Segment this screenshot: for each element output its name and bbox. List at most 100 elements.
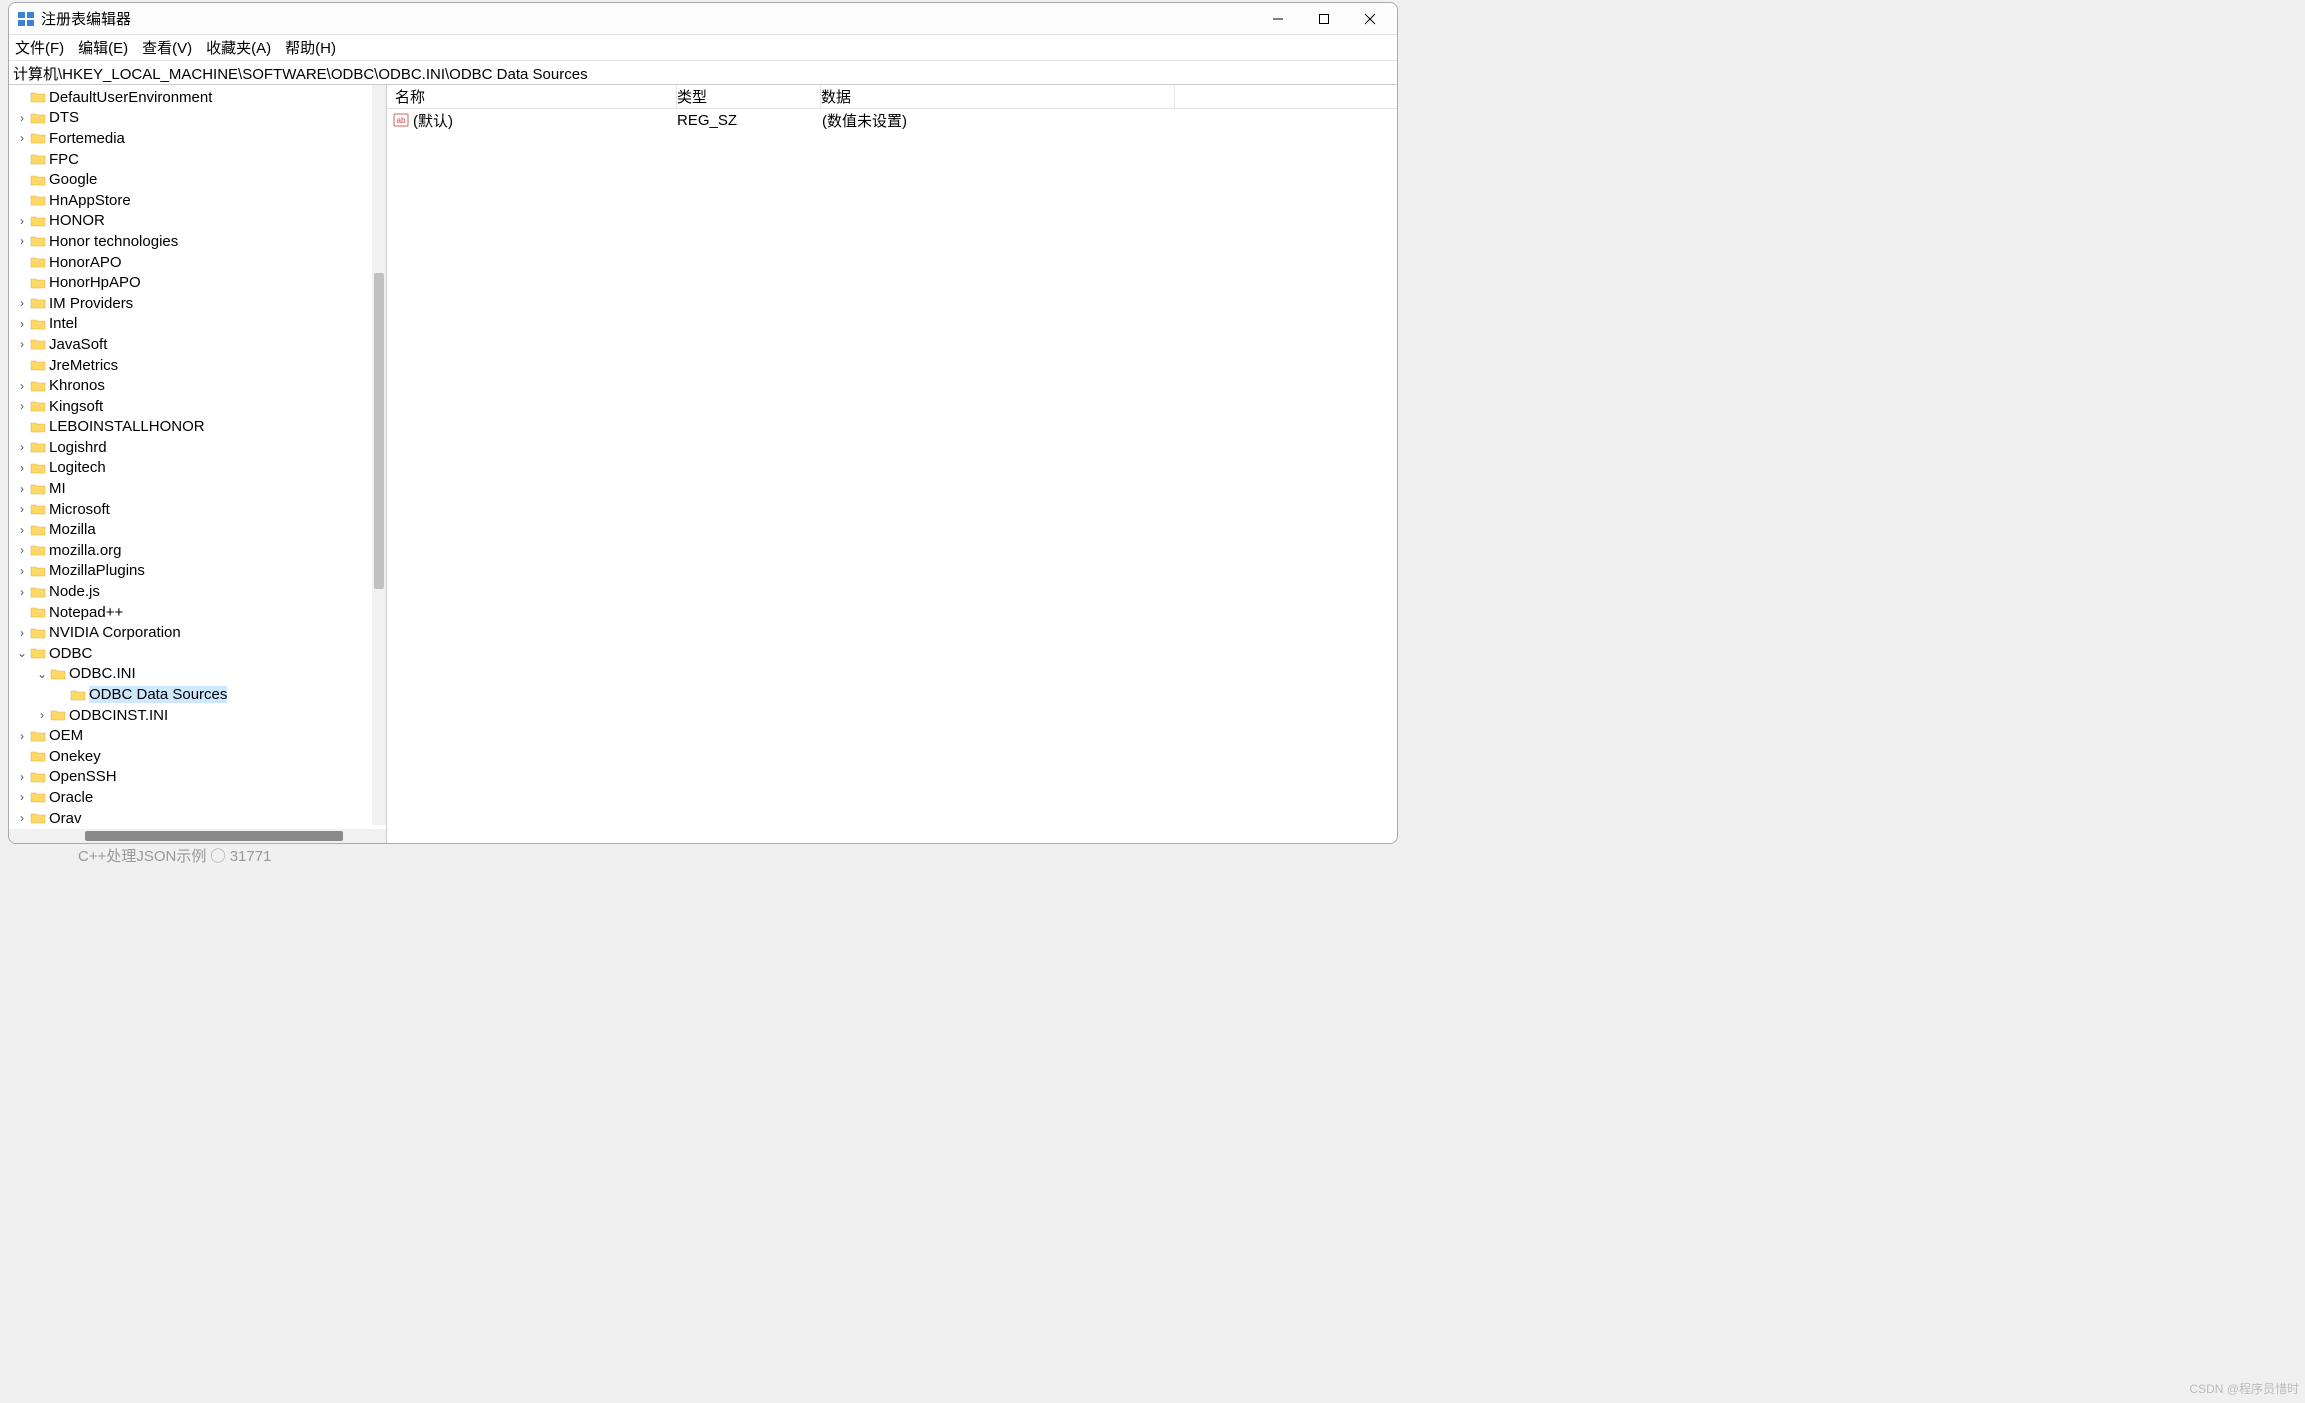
close-button[interactable] [1347, 4, 1393, 34]
address-bar[interactable]: 计算机\HKEY_LOCAL_MACHINE\SOFTWARE\ODBC\ODB… [9, 61, 1397, 85]
value-name: (默认) [413, 110, 677, 131]
tree-item[interactable]: ›Microsoft [9, 499, 386, 520]
expander-icon[interactable]: › [15, 626, 29, 640]
expander-icon[interactable]: › [15, 790, 29, 804]
values-header: 名称 类型 数据 [387, 85, 1397, 109]
tree-item[interactable]: ›Logitech [9, 458, 386, 479]
tree-item-label: ODBC.INI [69, 665, 136, 682]
horizontal-scrollbar[interactable] [9, 829, 386, 843]
expander-icon[interactable]: › [15, 296, 29, 310]
tree-item[interactable]: ›Node.js [9, 581, 386, 602]
expander-icon[interactable]: › [35, 708, 49, 722]
menu-edit[interactable]: 编辑(E) [78, 37, 128, 58]
column-data[interactable]: 数据 [821, 85, 1397, 108]
expander-icon[interactable]: ⌄ [35, 667, 49, 681]
maximize-button[interactable] [1301, 4, 1347, 34]
tree-item[interactable]: Google [9, 169, 386, 190]
tree-item[interactable]: ODBC Data Sources [9, 684, 386, 705]
tree-item[interactable]: DefaultUserEnvironment [9, 87, 386, 108]
tree-item[interactable]: ⌄ODBC [9, 643, 386, 664]
expander-icon[interactable]: › [15, 111, 29, 125]
column-type[interactable]: 类型 [677, 85, 821, 108]
expander-icon[interactable]: › [15, 337, 29, 351]
expander-icon[interactable]: › [15, 729, 29, 743]
tree-item[interactable]: ›JavaSoft [9, 334, 386, 355]
minimize-button[interactable] [1255, 4, 1301, 34]
tree-item[interactable]: ›IM Providers [9, 293, 386, 314]
tree-item-label: Oracle [49, 789, 93, 806]
tree-item[interactable]: ›Logishrd [9, 437, 386, 458]
tree-item[interactable]: HonorAPO [9, 252, 386, 273]
menu-file[interactable]: 文件(F) [15, 37, 64, 58]
tree-item[interactable]: ›mozilla.org [9, 540, 386, 561]
folder-icon [30, 564, 46, 578]
expander-icon[interactable]: ⌄ [15, 646, 29, 660]
folder-icon [30, 749, 46, 763]
tree-item[interactable]: ›OpenSSH [9, 767, 386, 788]
tree-item[interactable]: LEBOINSTALLHONOR [9, 417, 386, 438]
expander-icon[interactable]: › [15, 399, 29, 413]
tree-item[interactable]: ›HONOR [9, 211, 386, 232]
tree-item[interactable]: HnAppStore [9, 190, 386, 211]
expander-icon[interactable]: › [15, 461, 29, 475]
folder-icon [30, 626, 46, 640]
expander-icon[interactable]: › [15, 131, 29, 145]
folder-icon [30, 605, 46, 619]
tree-item[interactable]: ›Khronos [9, 375, 386, 396]
tree-item-label: ODBCINST.INI [69, 707, 168, 724]
tree-item[interactable]: › ODBCINST.INI [9, 705, 386, 726]
folder-icon [30, 296, 46, 310]
values-rows[interactable]: ab(默认)REG_SZ(数值未设置) [387, 109, 1397, 131]
value-row[interactable]: ab(默认)REG_SZ(数值未设置) [387, 109, 1397, 131]
tree-item-label: HonorAPO [49, 254, 122, 271]
tree-item-label: MozillaPlugins [49, 562, 145, 579]
vertical-scrollbar-thumb[interactable] [374, 273, 384, 589]
tree-item[interactable]: ›NVIDIA Corporation [9, 622, 386, 643]
folder-icon [70, 688, 86, 702]
value-data: (数值未设置) [822, 110, 1397, 131]
expander-icon[interactable]: › [15, 482, 29, 496]
horizontal-scrollbar-thumb[interactable] [85, 831, 343, 841]
expander-icon[interactable]: › [15, 770, 29, 784]
menu-view[interactable]: 查看(V) [142, 37, 192, 58]
tree-item[interactable]: JreMetrics [9, 355, 386, 376]
tree-item[interactable]: ›Kingsoft [9, 396, 386, 417]
expander-icon[interactable]: › [15, 440, 29, 454]
tree-item[interactable]: ›MI [9, 478, 386, 499]
vertical-scrollbar[interactable] [372, 85, 386, 825]
menu-favorites[interactable]: 收藏夹(A) [206, 37, 271, 58]
body: DefaultUserEnvironment›DTS›FortemediaFPC… [9, 85, 1397, 843]
tree-item[interactable]: Onekey [9, 746, 386, 767]
titlebar[interactable]: 注册表编辑器 [9, 3, 1397, 35]
tree-item[interactable]: ›Fortemedia [9, 128, 386, 149]
folder-icon [30, 193, 46, 207]
registry-tree[interactable]: DefaultUserEnvironment›DTS›FortemediaFPC… [9, 85, 386, 829]
tree-item[interactable]: › OEM [9, 725, 386, 746]
tree-item[interactable]: ⌄ ODBC.INI [9, 664, 386, 685]
expander-icon[interactable]: › [15, 502, 29, 516]
tree-item-label: Intel [49, 315, 77, 332]
tree-item[interactable]: ›Honor technologies [9, 231, 386, 252]
tree-item[interactable]: › Intel [9, 314, 386, 335]
tree-item[interactable]: ›DTS [9, 108, 386, 129]
expander-icon[interactable]: › [15, 234, 29, 248]
tree-item[interactable]: › MozillaPlugins [9, 561, 386, 582]
expander-icon[interactable]: › [15, 564, 29, 578]
expander-icon[interactable]: › [15, 317, 29, 331]
expander-icon[interactable]: › [15, 543, 29, 557]
window-title: 注册表编辑器 [41, 8, 1255, 29]
menu-help[interactable]: 帮助(H) [285, 37, 336, 58]
expander-icon[interactable]: › [15, 523, 29, 537]
tree-item[interactable]: ›Orav [9, 808, 386, 829]
expander-icon[interactable]: › [15, 379, 29, 393]
expander-icon[interactable]: › [15, 811, 29, 825]
tree-item[interactable]: FPC [9, 149, 386, 170]
expander-icon[interactable]: › [15, 585, 29, 599]
tree-item[interactable]: Notepad++ [9, 602, 386, 623]
tree-item[interactable]: HonorHpAPO [9, 272, 386, 293]
column-name[interactable]: 名称 [387, 85, 677, 108]
expander-icon[interactable]: › [15, 214, 29, 228]
tree-item[interactable]: ›Mozilla [9, 519, 386, 540]
tree-item-label: OEM [49, 727, 83, 744]
tree-item[interactable]: › Oracle [9, 787, 386, 808]
